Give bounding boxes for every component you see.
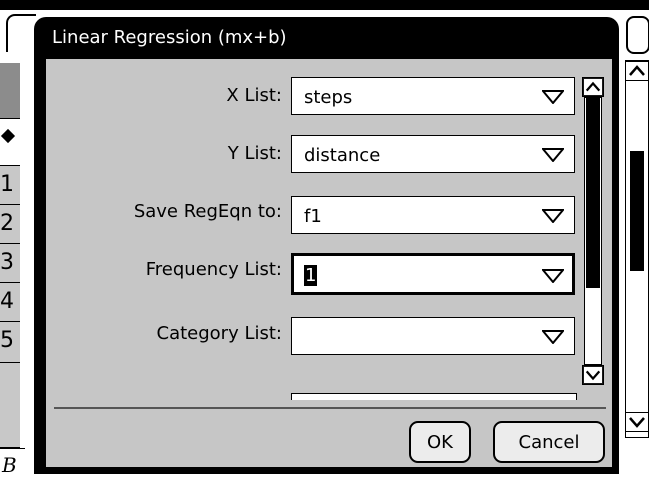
- frequency-list-label: Frequency List:: [145, 259, 282, 280]
- save-regeqn-dropdown[interactable]: f1: [291, 196, 575, 234]
- y-list-label: Y List:: [227, 143, 282, 164]
- row-number: 3: [0, 250, 14, 275]
- chevron-down-icon: [542, 209, 564, 223]
- scroll-down-icon[interactable]: [582, 365, 604, 385]
- spreadsheet-scroll-thumb[interactable]: [630, 151, 644, 271]
- dialog-title: Linear Regression (mx+b): [52, 27, 287, 48]
- scroll-up-icon[interactable]: [582, 77, 604, 97]
- chevron-down-icon: [542, 90, 564, 104]
- dialog-titlebar: Linear Regression (mx+b): [34, 17, 619, 59]
- scroll-track[interactable]: [584, 97, 602, 365]
- spreadsheet-scrollbar[interactable]: [625, 60, 649, 438]
- chevron-down-icon: [542, 330, 564, 344]
- cell-reference: B: [0, 448, 25, 486]
- x-list-label: X List:: [226, 85, 282, 106]
- linear-regression-dialog: Linear Regression (mx+b) X List: steps Y…: [34, 17, 619, 474]
- app-top-bar: [0, 0, 649, 10]
- spreadsheet-tab-edge: [6, 14, 36, 52]
- chevron-down-icon: [542, 269, 564, 283]
- row-header[interactable]: 3: [0, 244, 20, 283]
- row-header[interactable]: 4: [0, 283, 20, 322]
- row-number: 1: [0, 172, 14, 197]
- y-list-value: distance: [304, 145, 381, 166]
- y-list-dropdown[interactable]: distance: [291, 135, 575, 173]
- row-header: [0, 363, 20, 448]
- category-list-label: Category List:: [156, 323, 282, 344]
- row-number: 2: [0, 211, 14, 236]
- scroll-down-icon[interactable]: [625, 412, 649, 432]
- scroll-thumb[interactable]: [586, 98, 600, 288]
- x-list-value: steps: [304, 87, 353, 108]
- save-regeqn-label: Save RegEqn to:: [133, 201, 282, 222]
- spreadsheet-formula-row: [0, 118, 20, 167]
- frequency-list-value: 1: [304, 265, 318, 286]
- dialog-scrollbar[interactable]: [582, 77, 604, 387]
- spreadsheet-right-tab: [626, 16, 649, 54]
- frequency-list-dropdown[interactable]: 1: [291, 253, 575, 295]
- x-list-dropdown[interactable]: steps: [291, 77, 575, 115]
- chevron-down-icon: [542, 148, 564, 162]
- row-number: 5: [0, 328, 14, 353]
- spreadsheet-header-cell: [0, 63, 20, 118]
- dialog-body: X List: steps Y List: distance Save RegE…: [46, 59, 612, 467]
- ok-button[interactable]: OK: [409, 421, 471, 463]
- category-list-dropdown[interactable]: [291, 317, 575, 355]
- scroll-up-icon[interactable]: [625, 61, 649, 81]
- partial-field: [291, 393, 577, 400]
- cancel-button[interactable]: Cancel: [493, 421, 605, 463]
- row-header[interactable]: 2: [0, 205, 20, 244]
- cell-reference-text: B: [2, 453, 17, 477]
- text-cursor: 1: [304, 265, 318, 286]
- divider: [54, 407, 606, 409]
- row-header[interactable]: 5: [0, 322, 20, 363]
- row-header[interactable]: 1: [0, 166, 20, 205]
- row-number: 4: [0, 289, 14, 314]
- diamond-icon: [0, 128, 16, 144]
- save-regeqn-value: f1: [304, 206, 322, 227]
